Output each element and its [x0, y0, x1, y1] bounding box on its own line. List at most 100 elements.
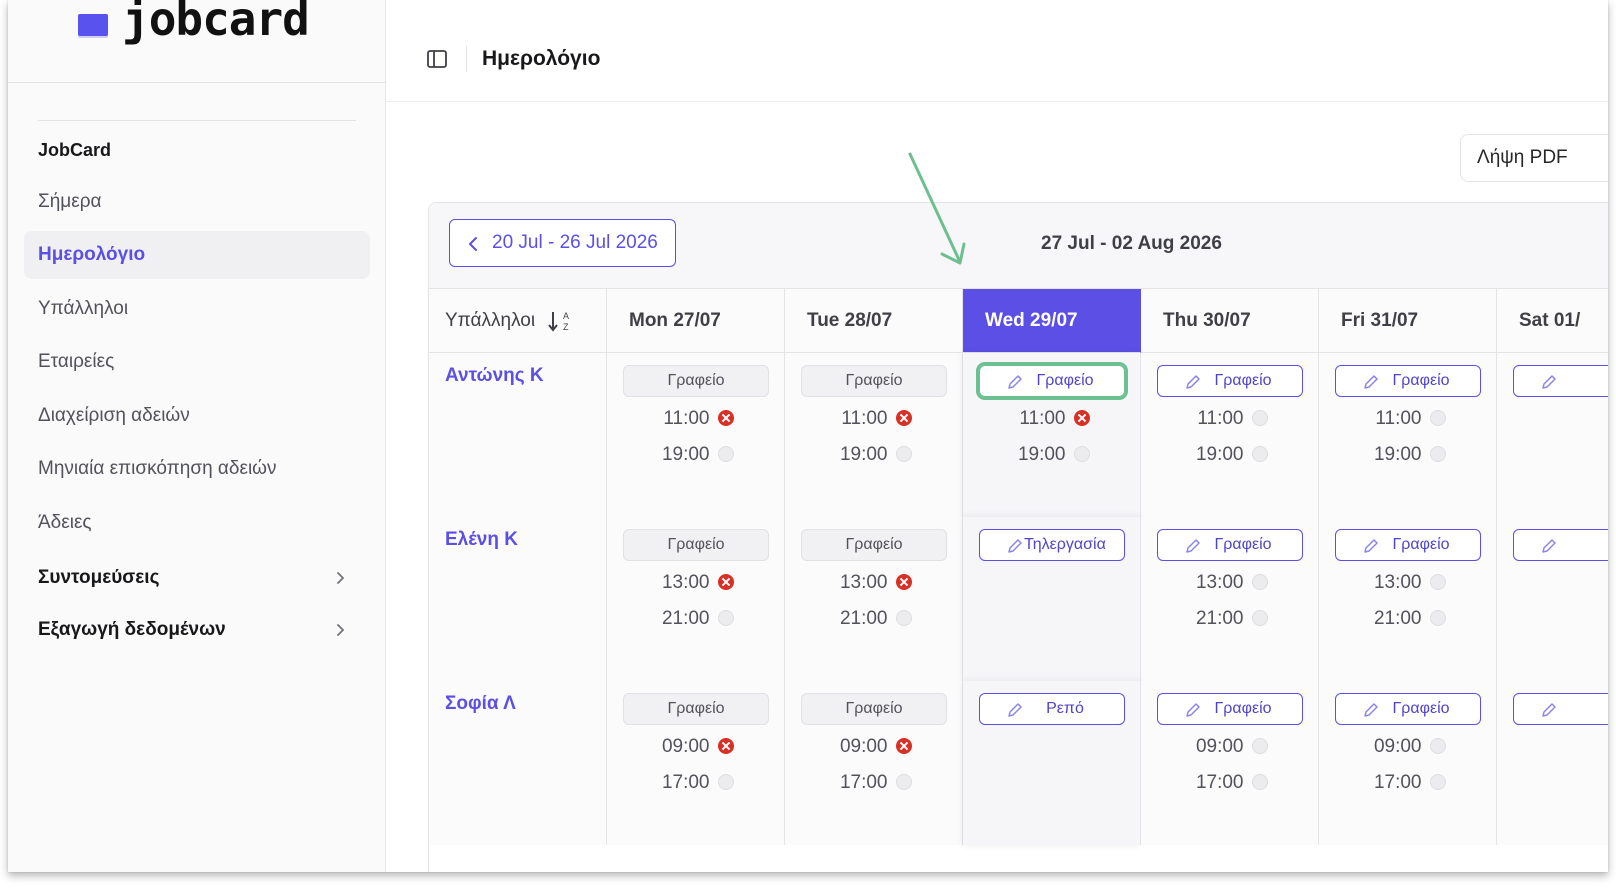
shift-location-label: Γραφείο — [845, 700, 903, 717]
calendar-header: 20 Jul - 26 Jul 2026 27 Jul - 02 Aug 202… — [429, 203, 1608, 289]
edit-shift-button[interactable]: Ρεπό — [979, 693, 1125, 725]
pencil-icon — [1186, 375, 1200, 389]
sidebar-item-leave-management[interactable]: Διαχείριση αδειών — [24, 392, 370, 440]
employee-name-link[interactable]: Αντώνης Κ — [445, 365, 544, 387]
sidebar-item-employees[interactable]: Υπάλληλοι — [24, 285, 370, 333]
svg-text:A: A — [563, 311, 569, 321]
sidebar-item-label: Εταιρείες — [38, 351, 115, 372]
employees-column-header[interactable]: Υπάλληλοι A Z — [429, 289, 607, 353]
sidebar-section-shortcuts[interactable]: Συντομεύσεις — [24, 556, 370, 600]
pending-status-icon — [1251, 774, 1268, 790]
time-label: 11:00 — [1197, 408, 1244, 429]
chevron-right-icon — [337, 572, 344, 584]
time-label: 11:00 — [1019, 408, 1066, 429]
sidebar-item-leaves[interactable]: Άδειες — [24, 499, 370, 547]
pending-status-icon — [895, 446, 912, 462]
pending-status-icon — [1429, 610, 1446, 626]
shift-start-time: 13:00 — [1141, 572, 1318, 594]
pending-status-icon — [895, 774, 912, 790]
employee-row: Ελένη Κ Γραφείο 13:00 21:00 Γραφείο 13:00 21:0… — [429, 517, 1608, 681]
day-column-header: Mon 27/07 — [607, 289, 785, 353]
shift-start-time: 13:00 — [607, 572, 784, 594]
employee-row: Σοφία Λ Γραφείο 09:00 17:00 Γραφείο 09:00 17:0… — [429, 681, 1608, 845]
pencil-icon — [1542, 539, 1556, 553]
edit-shift-button[interactable]: Τηλεργασία — [979, 529, 1125, 561]
previous-week-button[interactable]: 20 Jul - 26 Jul 2026 — [449, 219, 676, 267]
top-bar: Ημερολόγιο — [386, 0, 1608, 102]
edit-shift-button[interactable]: Γραφείο — [1335, 529, 1481, 561]
employee-cell: Αντώνης Κ — [429, 353, 607, 517]
edit-shift-button[interactable] — [1513, 529, 1608, 561]
shift-cell: Γραφείο 11:00 19:00 — [1141, 353, 1319, 517]
pending-status-icon — [895, 610, 912, 626]
employee-name-link[interactable]: Ελένη Κ — [445, 529, 518, 551]
shift-cell: Γραφείο 11:00 19:00 — [963, 353, 1141, 517]
pencil-icon — [1364, 703, 1378, 717]
shift-location-label: Γραφείο — [845, 536, 903, 553]
time-label: 19:00 — [839, 444, 888, 465]
shift-start-time: 11:00 — [607, 408, 784, 430]
nav-divider — [38, 120, 356, 121]
shift-cell — [1497, 681, 1608, 845]
shift-cell — [1497, 517, 1608, 681]
pending-status-icon — [1251, 610, 1268, 626]
edit-shift-button[interactable]: Γραφείο — [1157, 365, 1303, 397]
employee-cell: Σοφία Λ — [429, 681, 607, 845]
pending-status-icon — [1251, 410, 1268, 426]
pending-status-icon — [1251, 738, 1268, 754]
pencil-icon — [1008, 539, 1022, 553]
missed-status-icon — [895, 574, 912, 590]
download-pdf-button[interactable]: Λήψη PDF — [1460, 134, 1608, 182]
weekly-calendar: 20 Jul - 26 Jul 2026 27 Jul - 02 Aug 202… — [428, 202, 1608, 872]
missed-status-icon — [895, 410, 912, 426]
pending-status-icon — [1251, 446, 1268, 462]
edit-shift-button[interactable] — [1513, 693, 1608, 725]
shift-end-time: 19:00 — [607, 444, 784, 466]
shift-end-time: 17:00 — [1319, 772, 1496, 794]
sidebar-item-companies[interactable]: Εταιρείες — [24, 338, 370, 386]
shift-location-label: Γραφείο — [667, 536, 725, 553]
sidebar-item-monthly-leave-overview[interactable]: Μηνιαία επισκόπηση αδειών — [24, 445, 370, 493]
time-label: 11:00 — [663, 408, 710, 429]
time-label: 19:00 — [661, 444, 710, 465]
sidebar-item-today[interactable]: Σήμερα — [24, 178, 370, 226]
jobcard-logo[interactable]: jobcard — [78, 0, 318, 82]
shift-location-badge: Γραφείο — [623, 365, 769, 397]
annotation-arrow-icon — [908, 152, 966, 265]
missed-status-icon — [1073, 410, 1090, 426]
pencil-icon — [1008, 703, 1022, 717]
shift-cell: Γραφείο 13:00 21:00 — [607, 517, 785, 681]
shift-end-time: 19:00 — [963, 444, 1140, 466]
shift-end-time: 21:00 — [785, 608, 962, 630]
time-label: 09:00 — [1373, 736, 1422, 757]
shift-end-time: 21:00 — [607, 608, 784, 630]
app-window: jobcard JobCard Σήμερα Ημερολόγιο Υπάλλη… — [8, 0, 1608, 872]
edit-shift-button[interactable] — [1513, 365, 1608, 397]
sidebar-item-calendar[interactable]: Ημερολόγιο — [24, 231, 370, 279]
edit-shift-button[interactable]: Γραφείο — [1157, 529, 1303, 561]
edit-shift-button[interactable]: Γραφείο — [976, 362, 1128, 400]
pending-status-icon — [717, 774, 734, 790]
time-label: 19:00 — [1017, 444, 1066, 465]
shift-location-label: Γραφείο — [667, 700, 725, 717]
edit-shift-button[interactable]: Γραφείο — [1335, 693, 1481, 725]
sidebar-toggle-icon[interactable] — [426, 48, 448, 70]
pending-status-icon — [1429, 446, 1446, 462]
time-label: 19:00 — [1195, 444, 1244, 465]
shift-location-label: Ρεπό — [1046, 700, 1084, 717]
employee-name-link[interactable]: Σοφία Λ — [445, 693, 516, 715]
time-label: 17:00 — [1373, 772, 1422, 793]
sidebar-item-label: Άδειες — [38, 512, 92, 533]
edit-shift-button[interactable]: Γραφείο — [1157, 693, 1303, 725]
sort-az-icon[interactable]: AZ — [547, 309, 575, 333]
shift-start-time: 09:00 — [785, 736, 962, 758]
missed-status-icon — [895, 738, 912, 754]
time-label: 09:00 — [839, 736, 888, 757]
shift-cell: Γραφείο 09:00 17:00 — [607, 681, 785, 845]
edit-shift-button[interactable]: Γραφείο — [1335, 365, 1481, 397]
time-label: 21:00 — [1195, 608, 1244, 629]
sidebar-section-label: Συντομεύσεις — [38, 567, 160, 588]
missed-status-icon — [717, 574, 734, 590]
sidebar-section-data-export[interactable]: Εξαγωγή δεδομένων — [24, 608, 370, 652]
pending-status-icon — [1429, 410, 1446, 426]
